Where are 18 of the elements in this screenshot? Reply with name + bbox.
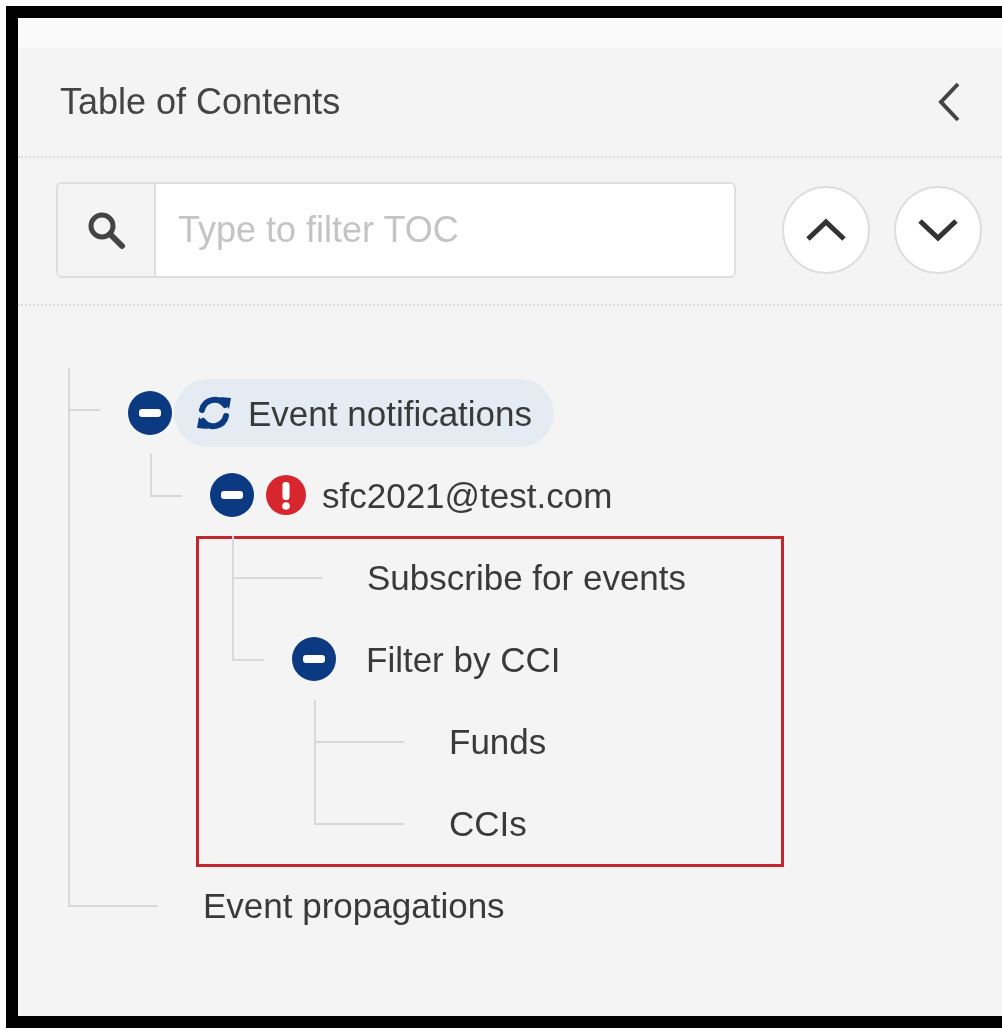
toc-item[interactable]: CCIs	[449, 805, 527, 841]
toc-item[interactable]: Funds	[449, 723, 547, 759]
chevron-down-icon	[916, 217, 960, 243]
toc-item[interactable]: Event propagations	[203, 887, 505, 923]
toc-item[interactable]: Event notifications	[174, 379, 555, 447]
search-field[interactable]: Type to filter TOC	[56, 182, 736, 278]
toc-item[interactable]: Filter by CCI	[366, 641, 561, 677]
error-icon	[266, 475, 306, 515]
tree-connector-line	[150, 454, 182, 497]
collapse-panel-icon[interactable]	[936, 80, 962, 124]
collapse-toggle[interactable]	[292, 637, 336, 681]
toc-item[interactable]: Subscribe for events	[367, 559, 687, 595]
chevron-up-icon	[804, 217, 848, 243]
toc-item[interactable]: sfc2021@test.com	[266, 475, 613, 515]
panel-title: Table of Contents	[60, 81, 341, 123]
collapse-toggle[interactable]	[210, 473, 254, 517]
search-icon	[86, 210, 126, 250]
collapse-toggle[interactable]	[128, 391, 172, 435]
